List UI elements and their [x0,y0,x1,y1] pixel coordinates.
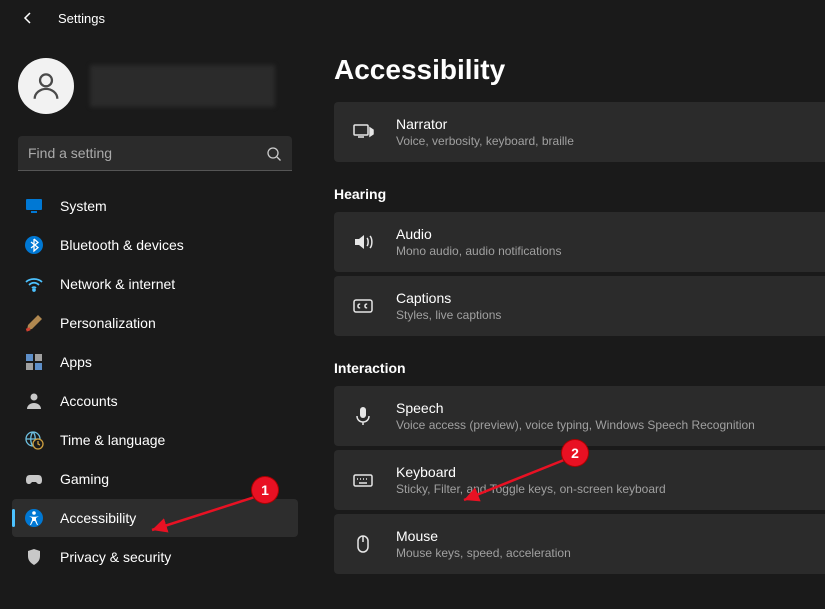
person-icon [24,391,44,411]
card-title: Mouse [396,528,571,544]
gamepad-icon [24,469,44,489]
sidebar-item-label: Privacy & security [60,549,171,565]
sidebar-item-label: Accounts [60,393,118,409]
sidebar-item-accounts[interactable]: Accounts [12,382,298,420]
main: Accessibility Narrator Voice, verbosity,… [310,36,825,605]
search-icon [266,146,282,162]
page-title: Accessibility [334,54,825,86]
window-title: Settings [58,11,105,26]
sidebar-item-label: System [60,198,107,214]
globe-clock-icon [24,430,44,450]
sidebar-item-label: Bluetooth & devices [60,237,184,253]
card-desc: Mono audio, audio notifications [396,244,561,258]
avatar [18,58,74,114]
sidebar-item-label: Personalization [60,315,156,331]
search-input[interactable] [18,136,292,171]
user-info-redacted [90,65,275,107]
system-icon [24,196,44,216]
sidebar-item-network[interactable]: Network & internet [12,265,298,303]
sidebar: System Bluetooth & devices Network & int… [0,36,310,605]
card-title: Captions [396,290,501,306]
sidebar-item-label: Apps [60,354,92,370]
titlebar: Settings [0,0,825,36]
card-narrator[interactable]: Narrator Voice, verbosity, keyboard, bra… [334,102,825,162]
annotation-badge-1: 1 [252,477,278,503]
card-desc: Voice, verbosity, keyboard, braille [396,134,574,148]
sidebar-item-accessibility[interactable]: Accessibility [12,499,298,537]
sidebar-item-label: Accessibility [60,510,136,526]
search-wrap [18,136,292,171]
sidebar-item-apps[interactable]: Apps [12,343,298,381]
card-desc: Mouse keys, speed, acceleration [396,546,571,560]
sidebar-item-bluetooth[interactable]: Bluetooth & devices [12,226,298,264]
annotation-badge-2: 2 [562,440,588,466]
keyboard-icon [352,469,374,491]
sidebar-item-system[interactable]: System [12,187,298,225]
card-speech[interactable]: Speech Voice access (preview), voice typ… [334,386,825,446]
section-hearing: Hearing [334,186,825,202]
wifi-icon [24,274,44,294]
microphone-icon [352,405,374,427]
captions-icon [352,295,374,317]
nav: System Bluetooth & devices Network & int… [12,187,298,576]
card-title: Audio [396,226,561,242]
speaker-icon [352,231,374,253]
sidebar-item-label: Gaming [60,471,109,487]
apps-icon [24,352,44,372]
bluetooth-icon [24,235,44,255]
narrator-icon [352,121,374,143]
user-block[interactable] [12,44,298,136]
card-desc: Styles, live captions [396,308,501,322]
card-title: Keyboard [396,464,666,480]
sidebar-item-privacy[interactable]: Privacy & security [12,538,298,576]
shield-icon [24,547,44,567]
card-desc: Voice access (preview), voice typing, Wi… [396,418,755,432]
card-audio[interactable]: Audio Mono audio, audio notifications [334,212,825,272]
card-mouse[interactable]: Mouse Mouse keys, speed, acceleration [334,514,825,574]
back-icon[interactable] [20,10,36,26]
card-title: Speech [396,400,755,416]
section-interaction: Interaction [334,360,825,376]
sidebar-item-time[interactable]: Time & language [12,421,298,459]
brush-icon [24,313,44,333]
card-desc: Sticky, Filter, and Toggle keys, on-scre… [396,482,666,496]
mouse-icon [352,533,374,555]
card-title: Narrator [396,116,574,132]
sidebar-item-label: Time & language [60,432,165,448]
sidebar-item-personalization[interactable]: Personalization [12,304,298,342]
card-captions[interactable]: Captions Styles, live captions [334,276,825,336]
sidebar-item-label: Network & internet [60,276,175,292]
accessibility-icon [24,508,44,528]
